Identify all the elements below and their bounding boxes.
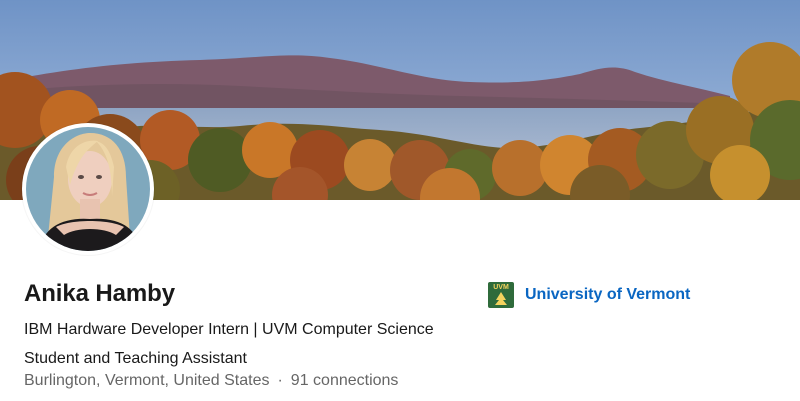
profile-location: Burlington, Vermont, United States xyxy=(24,372,270,389)
profile-photo xyxy=(26,127,150,251)
connections-count[interactable]: 91 connections xyxy=(291,372,399,389)
profile-headline: IBM Hardware Developer Intern | UVM Comp… xyxy=(24,321,434,367)
education-link[interactable]: UVM University of Vermont xyxy=(488,282,690,308)
uvm-logo-icon: UVM xyxy=(488,282,514,308)
school-name[interactable]: University of Vermont xyxy=(525,286,690,304)
uvm-logo-text: UVM xyxy=(493,284,509,291)
meta-separator: · xyxy=(277,372,283,389)
profile-name: Anika Hamby xyxy=(24,280,175,307)
profile-avatar[interactable] xyxy=(22,123,154,255)
profile-meta: Burlington, Vermont, United States · 91 co… xyxy=(24,372,398,390)
uvm-tree-icon xyxy=(495,292,507,305)
profile-card: Anika Hamby IBM Hardware Developer Inter… xyxy=(0,0,800,401)
